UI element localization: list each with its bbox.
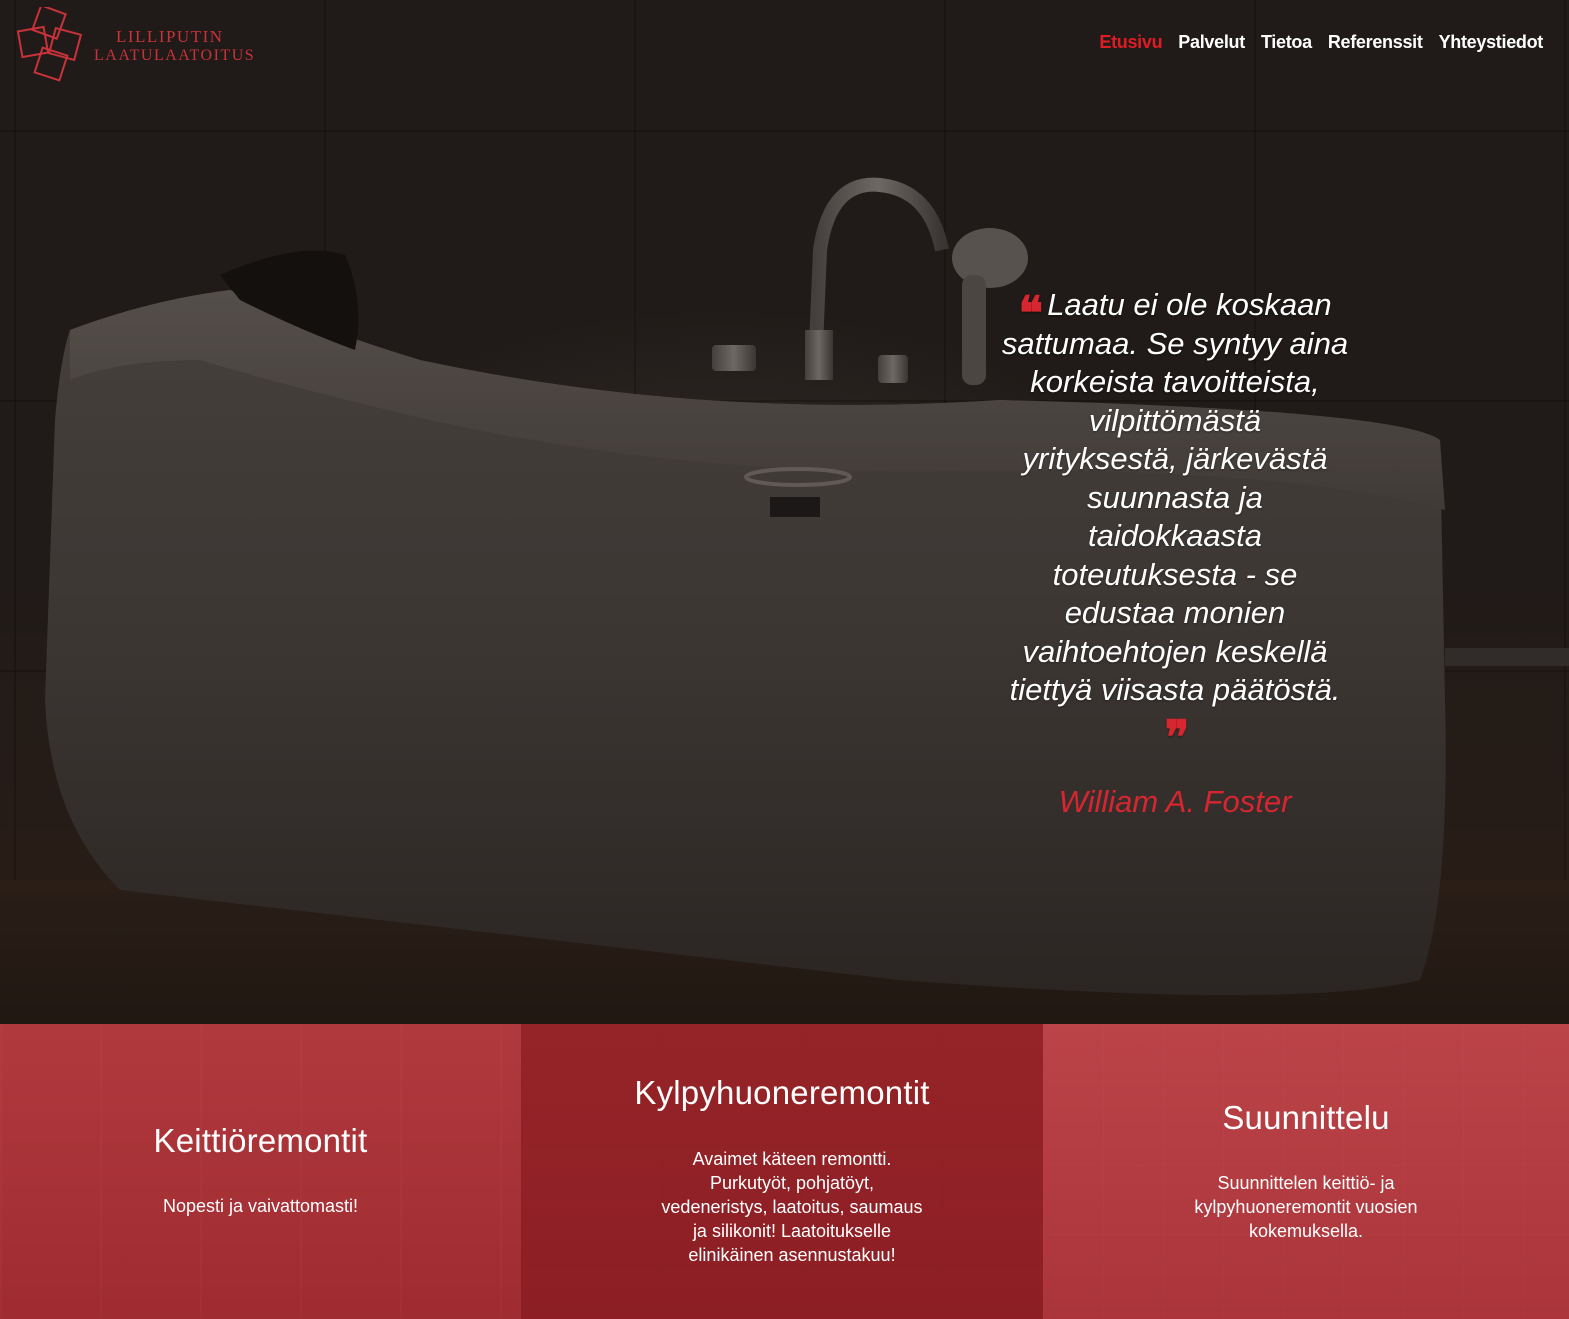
service-text-line: ja silikonit! Laatoitukselle: [692, 1221, 892, 1241]
site-logo[interactable]: LILLIPUTIN LAATULAATOITUS: [16, 6, 256, 86]
nav-item-tietoa[interactable]: Tietoa: [1261, 32, 1312, 53]
quote-line: vaihtoehtojen keskellä: [1022, 633, 1328, 669]
services-section: Keittiöremontit Nopesti ja vaivattomasti…: [0, 1024, 1569, 1319]
service-text-line: Purkutyöt, pohjatöyt,: [709, 1173, 875, 1193]
quote-line: yrityksestä, järkevästä: [1022, 441, 1328, 476]
service-text-line: kokemuksella.: [1248, 1221, 1364, 1241]
service-text-line: elinikäinen asennustakuu!: [688, 1245, 896, 1265]
service-text-line: vedeneristys, laatoitus, saumaus: [661, 1197, 923, 1217]
quote-line: toteutuksesta - se: [1052, 556, 1298, 592]
quote-line: sattumaa. Se syntyy aina: [1001, 325, 1349, 361]
service-text-line: Suunnittelen keittiö- ja: [1217, 1173, 1395, 1193]
logo-tiles-icon: [16, 7, 83, 82]
quote-line: tiettyä viisasta päätöstä.: [1009, 672, 1341, 707]
service-title: Kylpyhuoneremontit: [634, 1074, 930, 1111]
nav-item-palvelut[interactable]: Palvelut: [1178, 32, 1245, 53]
quote-author: William A. Foster: [1058, 784, 1292, 819]
service-text-line: kylpyhuoneremontit vuosien: [1194, 1197, 1418, 1217]
nav-item-referenssit[interactable]: Referenssit: [1328, 32, 1423, 53]
service-title: Suunnittelu: [1222, 1099, 1390, 1136]
quote-line: edustaa monien: [1064, 595, 1286, 630]
nav-item-yhteystiedot[interactable]: Yhteystiedot: [1439, 32, 1544, 53]
service-text: Suunnittelen keittiö- ja kylpyhuoneremon…: [1153, 1171, 1459, 1243]
hero-quote: ❝ Laatu ei ole koskaan sattumaa. Se synty…: [995, 286, 1355, 764]
service-panel-suunnittelu[interactable]: Suunnittelu Suunnittelen keittiö- ja kyl…: [1043, 1024, 1569, 1319]
quote-line: taidokkaasta: [1087, 518, 1263, 553]
logo-text: LILLIPUTIN LAATULAATOITUS: [94, 27, 255, 65]
service-text-line: Avaimet käteen remontti.: [692, 1149, 892, 1169]
quote-line: vilpittömästä: [1088, 402, 1262, 438]
kitchen-background-image: [0, 1024, 521, 1319]
service-title: Keittiöremontit: [153, 1122, 368, 1159]
service-panel-kylpyhuoneremontit[interactable]: Kylpyhuoneremontit Avaimet käteen remont…: [521, 1024, 1043, 1319]
quote-line: Laatu ei ole koskaan: [1047, 287, 1332, 322]
logo-line2: LAATULAATOITUS: [94, 47, 256, 64]
quote-line: suunnasta ja: [1087, 479, 1263, 515]
nav-item-etusivu[interactable]: Etusivu: [1099, 32, 1162, 53]
quote-line: korkeista tavoitteista,: [1030, 364, 1320, 399]
close-quote-icon: ❞: [1164, 709, 1190, 764]
main-nav: Etusivu Palvelut Tietoa Referenssit Yhte…: [1099, 32, 1543, 53]
logo-line1: LILLIPUTIN: [116, 27, 224, 46]
service-text: Avaimet käteen remontti. Purkutyöt, pohj…: [631, 1147, 953, 1267]
service-panel-keittioremontit[interactable]: Keittiöremontit Nopesti ja vaivattomasti…: [0, 1024, 521, 1319]
service-text: Nopesti ja vaivattomasti!: [162, 1196, 359, 1216]
